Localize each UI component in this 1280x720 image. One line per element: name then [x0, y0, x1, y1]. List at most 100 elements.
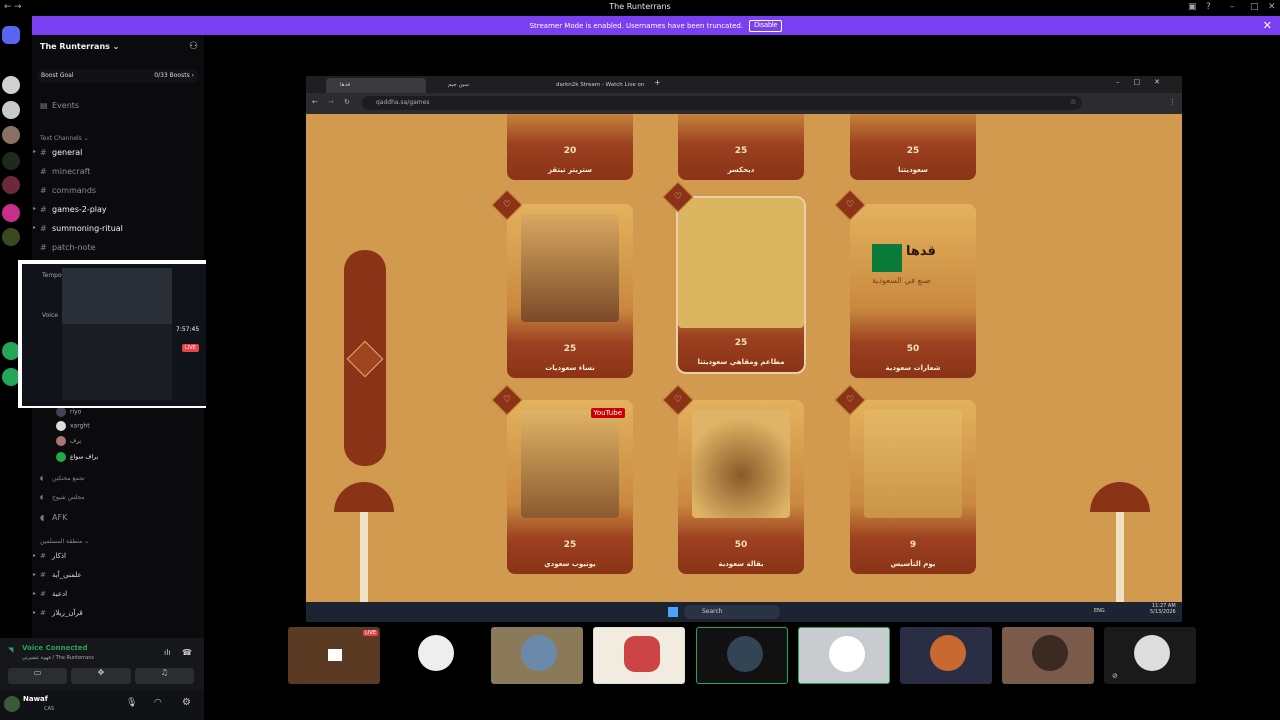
game-card-hover[interactable]: 25 مطاعم ومقاهي سعوديتنا — [676, 196, 806, 374]
card-count: 25 — [734, 338, 748, 348]
card-title: بقالة سعودية — [718, 560, 764, 568]
voice-channel[interactable]: ◖ تجمع محتكين — [40, 475, 85, 482]
saudi-flag-logo — [872, 244, 902, 272]
channel-games-2-play[interactable]: ▸ # games-2-play — [33, 205, 107, 214]
game-card[interactable]: 20 ستريتر تيتقز — [507, 114, 633, 180]
channel-item[interactable]: ▸ # ادعية — [33, 590, 67, 598]
channel-minecraft[interactable]: # minecraft — [40, 167, 90, 176]
lang-indicator: ENG — [1094, 608, 1105, 614]
boost-goal[interactable]: Boost Goal 0/33 Boosts › — [38, 70, 198, 82]
voice-user[interactable]: براف سواع — [56, 452, 98, 462]
participant-tile[interactable] — [1002, 627, 1094, 684]
server-icon[interactable] — [2, 228, 20, 246]
voice-user[interactable]: برف — [56, 436, 81, 446]
avatar — [418, 635, 454, 671]
voice-channel[interactable]: ◖ مجلس شيوخ — [40, 494, 84, 501]
game-card[interactable]: 25 سعوديتنا — [850, 114, 976, 180]
channel-item[interactable]: ▸ # علمني_آية — [33, 571, 82, 579]
participant-strip: LIVE ⊘ — [288, 627, 1204, 687]
server-icon[interactable] — [2, 101, 20, 119]
events-item[interactable]: ▤ Events — [40, 101, 79, 110]
text-channels-header[interactable]: Text Channels ⌄ — [40, 135, 89, 142]
settings-icon[interactable]: ⚙ — [182, 697, 191, 708]
carousel-scroller[interactable] — [344, 250, 386, 466]
stream-popout[interactable]: Tempo Voice 7:57:45 LIVE — [18, 260, 214, 408]
server-icon[interactable] — [2, 204, 20, 222]
new-tab-icon[interactable]: + — [654, 78, 661, 87]
stream-video[interactable]: Tempo Voice 7:57:45 LIVE — [22, 264, 208, 406]
inbox-icon[interactable]: ▣ — [1188, 2, 1197, 12]
server-icon[interactable] — [2, 152, 20, 170]
reload-icon[interactable]: ↻ — [344, 98, 350, 106]
server-icon[interactable] — [2, 76, 20, 94]
card-count: 25 — [563, 540, 577, 550]
made-in-saudi-text: صنع في السعودية — [872, 276, 931, 285]
game-card[interactable]: 25 ديحكسر — [678, 114, 804, 180]
maximize-icon[interactable]: □ — [1250, 2, 1259, 12]
menu-icon[interactable]: ⋮ — [1169, 98, 1176, 106]
avatar[interactable] — [4, 696, 20, 712]
channel-patch-note[interactable]: # patch-note — [40, 243, 96, 252]
close-icon[interactable]: ✕ — [1268, 2, 1276, 12]
voice-header: Tempo — [42, 272, 62, 279]
participant-tile-stream[interactable]: LIVE — [288, 627, 380, 684]
disconnect-icon[interactable]: ☎ — [182, 648, 192, 657]
car-image — [62, 324, 172, 400]
taskbar-search[interactable]: Search — [684, 605, 780, 619]
voice-channel-name[interactable]: قهوة عشيرتي / The Runterrans — [22, 655, 94, 661]
game-card[interactable]: قدها صنع في السعودية 50 شعارات سعودية — [850, 204, 976, 378]
game-card[interactable]: 25 نساء سعوديات — [507, 204, 633, 378]
minimize-icon[interactable]: – — [1230, 2, 1235, 12]
activities-icon[interactable]: ✥ — [71, 668, 131, 684]
game-card[interactable]: YouTube 25 يوتيوب سعودي — [507, 400, 633, 574]
window-title: The Runterrans — [609, 2, 671, 11]
noise-icon[interactable]: ılı — [164, 648, 171, 657]
server-icon[interactable] — [2, 126, 20, 144]
game-card[interactable]: 9 يوم التأسيس — [850, 400, 976, 574]
channel-summoning-ritual[interactable]: ▸ # summoning-ritual — [33, 224, 123, 233]
help-icon[interactable]: ? — [1206, 2, 1211, 12]
participant-tile[interactable] — [388, 627, 480, 684]
server-name[interactable]: The Runterrans ⌄ — [40, 42, 119, 51]
participant-tile-speaking[interactable] — [798, 627, 890, 684]
tab-seen-jeem[interactable]: سين جيم — [434, 78, 534, 93]
back-icon[interactable]: ← — [312, 98, 318, 106]
participant-tile-speaking[interactable] — [696, 627, 788, 684]
discord-home-icon[interactable] — [2, 26, 20, 44]
windows-start-icon[interactable] — [668, 607, 678, 617]
screen-share-icon[interactable]: ▭ — [8, 668, 68, 684]
avatar — [56, 452, 66, 462]
soundboard-icon[interactable]: ♫ — [134, 668, 194, 684]
signal-icon: ◥ — [8, 646, 14, 654]
channel-commands[interactable]: # commands — [40, 186, 96, 195]
game-card[interactable]: 50 بقالة سعودية — [678, 400, 804, 574]
url-bar[interactable]: qaddha.sa/games — [362, 96, 1082, 110]
server-icon[interactable] — [2, 176, 20, 194]
close-banner-icon[interactable]: ✕ — [1263, 19, 1272, 32]
headphones-icon[interactable]: ◠ — [154, 698, 162, 708]
participant-tile[interactable] — [593, 627, 685, 684]
forward-icon[interactable]: → — [328, 98, 334, 106]
channel-item[interactable]: ▸ # قرآن_ريلاز — [33, 609, 83, 617]
invite-icon[interactable]: ⚇ — [189, 41, 198, 52]
participant-tile[interactable] — [491, 627, 583, 684]
participant-tile[interactable] — [900, 627, 992, 684]
avatar — [521, 635, 557, 671]
window-controls-icon[interactable]: –□✕ — [1116, 78, 1174, 86]
card-count: 25 — [734, 146, 748, 156]
avatar — [930, 635, 966, 671]
mic-icon[interactable]: 🎙︎ — [126, 698, 137, 708]
tab-twitch-stream[interactable]: darkn2k Stream - Watch Live on — [542, 78, 652, 93]
voice-channel-afk[interactable]: ◖ AFK — [40, 513, 67, 522]
channel-item[interactable]: ▸ # اذكار — [33, 552, 66, 560]
disable-button[interactable]: Disable — [749, 19, 783, 32]
participant-tile[interactable]: ⊘ — [1104, 627, 1196, 684]
channel-general[interactable]: ▸ # general — [33, 148, 82, 157]
tab-qaddha[interactable]: قدها — [326, 78, 426, 93]
shared-browser-window[interactable]: قدها سين جيم darkn2k Stream - Watch Live… — [306, 76, 1182, 622]
shuffle-icon[interactable] — [346, 340, 384, 378]
category-header[interactable]: منطقة المسلمين ⌄ — [40, 538, 89, 545]
bookmark-star-icon[interactable]: ☆ — [1070, 98, 1076, 106]
voice-user[interactable]: xarght — [56, 421, 90, 431]
voice-user[interactable]: riyo — [56, 407, 81, 417]
